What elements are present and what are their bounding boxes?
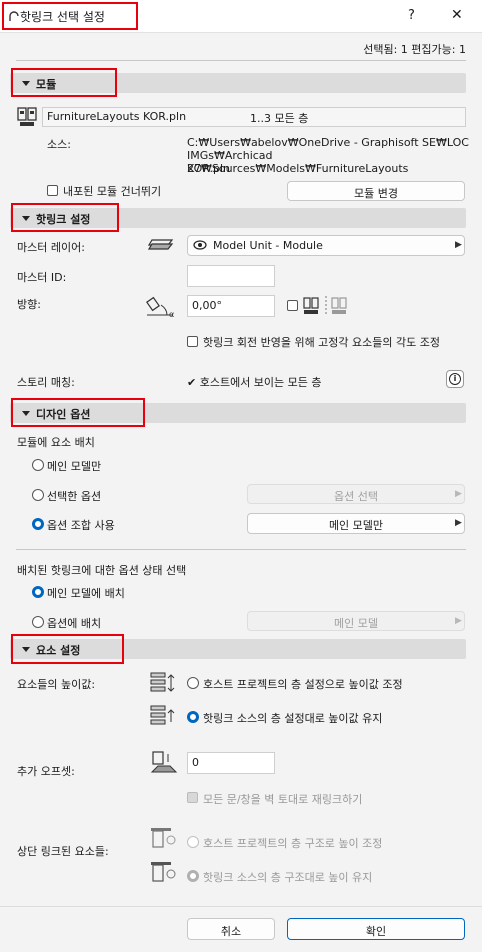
collapse-triangle-icon [22, 81, 30, 86]
rotation-angle-icon: α [146, 296, 174, 319]
angle-input[interactable]: 0,00° [187, 295, 275, 317]
help-button[interactable]: ? [408, 8, 415, 23]
source-label: 소스: [47, 138, 71, 151]
radio-place-option[interactable] [32, 616, 44, 628]
story-match-value[interactable]: ✔ 호스트에서 보이는 모든 층 [187, 374, 322, 390]
radio-main-model-only[interactable] [32, 459, 44, 471]
offset-input[interactable]: 0 [187, 752, 275, 774]
mirror-checkbox[interactable] [287, 300, 298, 311]
master-layer-value: Model Unit - Module [213, 239, 323, 252]
relink-label: 모든 문/창을 벽 토대로 재링크하기 [203, 793, 363, 806]
orientation-label: 방향: [17, 298, 41, 311]
skip-nested-checkbox[interactable] [47, 185, 58, 196]
offset-label: 추가 오프셋: [17, 765, 75, 778]
dropdown-arrow-icon: ▶ [455, 616, 462, 626]
story-height-adjust-icon [150, 672, 175, 692]
change-module-button[interactable]: 모듈 변경 [287, 181, 465, 201]
eye-icon [193, 240, 207, 250]
radio-height-host[interactable] [187, 677, 199, 689]
dropdown-arrow-icon: ▶ [455, 240, 462, 250]
section-hotlink-label: 핫링크 설정 [36, 213, 91, 226]
selected-option-label: 선택한 옵션 [47, 490, 102, 503]
radio-use-combination[interactable] [32, 518, 44, 530]
cancel-button[interactable]: 취소 [187, 918, 275, 940]
ok-button[interactable]: 확인 [287, 918, 465, 940]
collapse-triangle-icon [22, 216, 30, 221]
footer-divider [0, 906, 482, 907]
source-path-line2: IMGs₩Archicad 27₩Sources₩Models₩Furnitur… [187, 149, 409, 175]
source-path-line1: C:₩Users₩abelov₩OneDrive - Graphisoft SE… [187, 136, 469, 149]
dropdown-arrow-icon: ▶ [455, 489, 462, 499]
skip-nested-label: 내포된 모듈 건너뛰기 [63, 185, 162, 198]
hotlink-icon [9, 11, 19, 21]
radio-selected-option[interactable] [32, 489, 44, 501]
info-button[interactable]: i [446, 370, 464, 388]
place-option-label: 옵션에 배치 [47, 617, 102, 630]
adjust-angle-checkbox[interactable] [187, 336, 198, 347]
close-button[interactable]: ✕ [451, 7, 463, 23]
top-linked-source-icon [151, 862, 176, 882]
adjust-angle-label: 핫링크 회전 반영을 위해 고정각 요소들의 각도 조정 [203, 336, 440, 349]
module-file-name: FurnitureLayouts KOR.pln [47, 110, 187, 123]
story-height-keep-icon [150, 705, 175, 725]
top-linked-label: 상단 링크된 요소들: [17, 845, 109, 858]
section-design-label: 디자인 옵션 [36, 408, 91, 421]
radio-height-source[interactable] [187, 711, 199, 723]
radio-top-source [187, 870, 199, 882]
top-host-label: 호스트 프로젝트의 층 구조로 높이 조정 [203, 837, 383, 850]
use-combination-label: 옵션 조합 사용 [47, 519, 115, 532]
divider [16, 549, 466, 550]
section-element-label: 요소 설정 [36, 644, 81, 657]
master-layer-label: 마스터 레이어: [17, 241, 85, 254]
source-path-line3: KOR.pln [187, 162, 231, 175]
radio-place-main[interactable] [32, 586, 44, 598]
mirror-icon [303, 296, 347, 316]
divider [16, 60, 466, 61]
main-model-only-label: 메인 모델만 [47, 460, 102, 473]
master-id-label: 마스터 ID: [17, 271, 67, 284]
element-height-label: 요소들의 높이값: [17, 678, 96, 691]
selection-status: 선택됨: 1 편집가능: 1 [363, 43, 466, 56]
master-id-input[interactable] [187, 265, 275, 287]
svg-text:α: α [169, 310, 174, 319]
module-file-icon [17, 107, 37, 126]
place-main-label: 메인 모델에 배치 [47, 587, 125, 600]
offset-icon [150, 751, 178, 773]
option-select-button: 옵션 선택 [247, 484, 465, 504]
height-source-label: 핫링크 소스의 층 설정대로 높이값 유지 [203, 712, 383, 725]
relink-checkbox [187, 792, 198, 803]
top-linked-host-icon [151, 828, 176, 848]
collapse-triangle-icon [22, 647, 30, 652]
section-module-label: 모듈 [36, 78, 57, 91]
option-state-label: 배치된 핫링크에 대한 옵션 상태 선택 [17, 564, 187, 577]
main-model-disabled-dropdown: 메인 모델 [247, 611, 465, 631]
collapse-triangle-icon [22, 411, 30, 416]
layer-icon [148, 239, 174, 250]
window-title: 핫링크 선택 설정 [20, 10, 105, 24]
place-elements-label: 모듈에 요소 배치 [17, 436, 95, 449]
dropdown-arrow-icon: ▶ [455, 518, 462, 528]
module-stories: 1..3 모든 층 [250, 112, 309, 125]
story-match-label: 스토리 매칭: [17, 376, 75, 389]
height-host-label: 호스트 프로젝트의 층 설정으로 높이값 조정 [203, 678, 403, 691]
top-source-label: 핫링크 소스의 층 구조대로 높이 유지 [203, 871, 373, 884]
main-model-dropdown[interactable]: 메인 모델만 [247, 513, 465, 534]
radio-top-host [187, 836, 199, 848]
info-icon: i [449, 373, 461, 385]
